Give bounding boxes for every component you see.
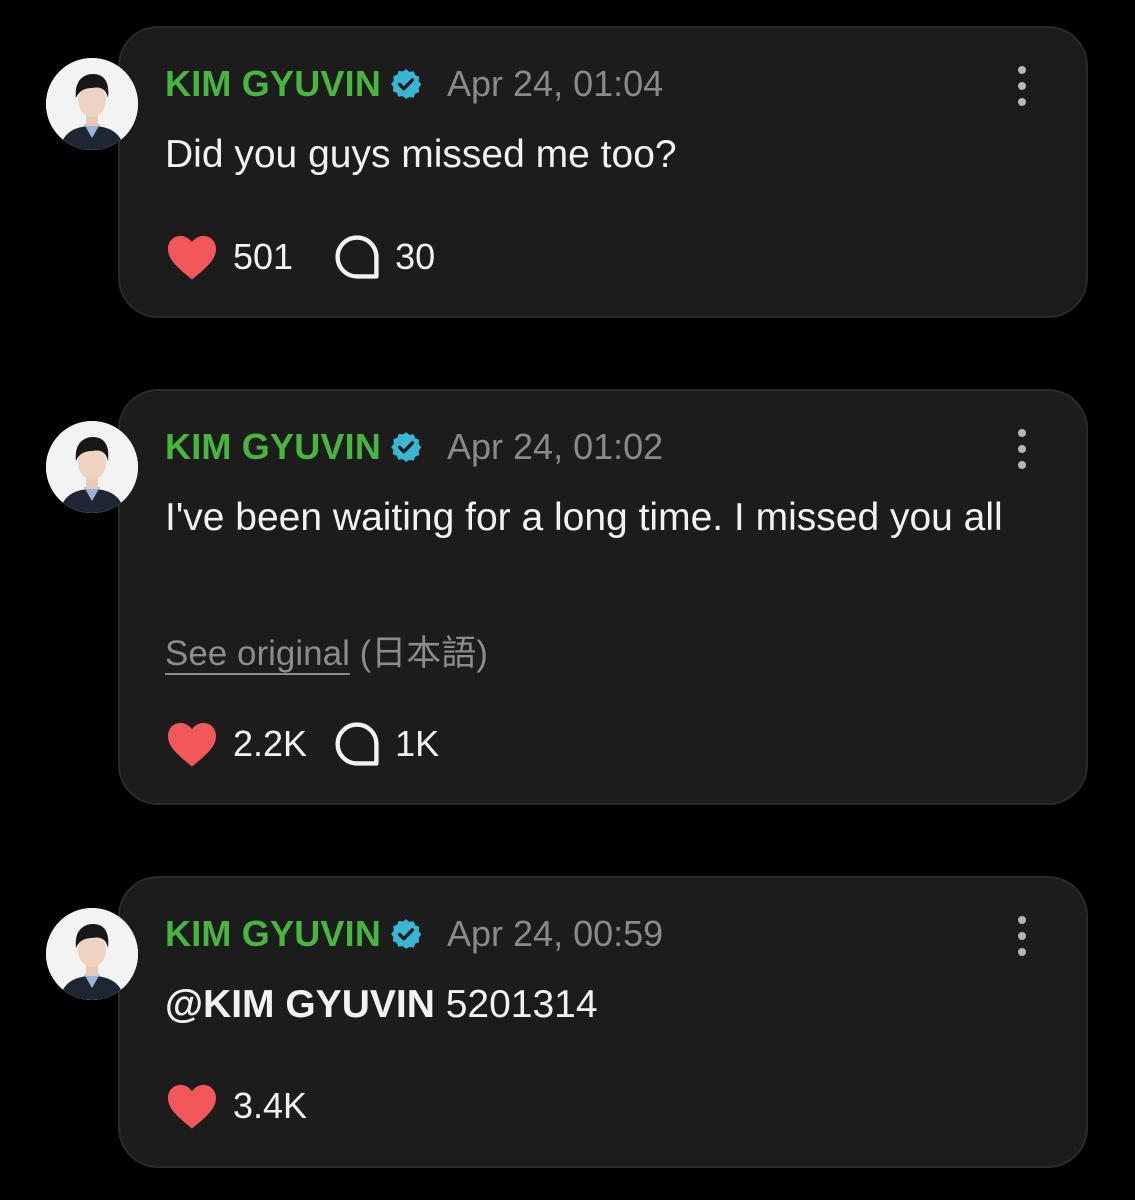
author-name[interactable]: KIM GYUVIN: [165, 63, 381, 105]
comment-button[interactable]: 1K: [333, 720, 439, 768]
see-original-link[interactable]: See original: [165, 634, 350, 673]
post-timestamp: Apr 24, 01:02: [447, 426, 664, 467]
comment-count: 1K: [395, 723, 440, 764]
comment-count: 30: [395, 236, 436, 277]
author-name[interactable]: KIM GYUVIN: [165, 913, 381, 955]
heart-icon: [168, 1084, 216, 1129]
verified-badge-icon: [391, 919, 422, 949]
comment-bubble-icon: [335, 235, 379, 279]
post-feed: KIM GYUVIN Apr 24, 01:04 Did you guys mi…: [0, 0, 1135, 1200]
heart-icon: [168, 235, 216, 280]
post-text: Did you guys missed me too?: [165, 133, 677, 176]
like-button[interactable]: 3.4K: [165, 1082, 307, 1130]
like-count: 501: [233, 236, 294, 277]
profile-photo-icon: [46, 58, 138, 150]
author-name[interactable]: KIM GYUVIN: [165, 426, 381, 468]
translation-note: See original (日本語): [165, 625, 488, 676]
post-body-card[interactable]: KIM GYUVIN Apr 24, 01:04 Did you guys mi…: [118, 26, 1088, 318]
profile-photo-icon: [46, 908, 138, 1000]
post-card[interactable]: KIM GYUVIN Apr 24, 01:02 I've been waiti…: [0, 389, 1135, 805]
post-text: @KIM GYUVIN 5201314: [165, 974, 1025, 1035]
mention-link[interactable]: @KIM GYUVIN: [165, 983, 435, 1026]
post-body-card[interactable]: KIM GYUVIN Apr 24, 01:02 I've been waiti…: [118, 389, 1088, 805]
post-actions: 501 30: [165, 232, 435, 282]
more-options-icon[interactable]: [1014, 66, 1030, 106]
verified-badge-icon: [391, 69, 422, 99]
post-actions: 3.4K: [165, 1081, 307, 1131]
more-options-icon[interactable]: [1014, 916, 1030, 956]
post-header: KIM GYUVIN Apr 24, 00:59: [165, 912, 663, 956]
post-card[interactable]: KIM GYUVIN Apr 24, 01:04 Did you guys mi…: [0, 26, 1135, 318]
post-actions: 2.2K 1K: [165, 719, 439, 769]
post-timestamp: Apr 24, 00:59: [447, 913, 664, 954]
profile-photo-icon: [46, 421, 138, 513]
avatar[interactable]: [46, 58, 138, 150]
like-count: 3.4K: [233, 1085, 308, 1126]
avatar[interactable]: [46, 908, 138, 1000]
more-options-icon[interactable]: [1014, 429, 1030, 469]
post-text: I've been waiting for a long time. I mis…: [165, 496, 1003, 539]
like-button[interactable]: 501: [165, 233, 293, 281]
post-header: KIM GYUVIN Apr 24, 01:02: [165, 425, 663, 469]
like-count: 2.2K: [233, 723, 308, 764]
like-button[interactable]: 2.2K: [165, 720, 307, 768]
verified-badge-icon: [391, 432, 422, 462]
heart-icon: [168, 722, 216, 767]
original-language: (日本語): [359, 634, 488, 673]
post-card[interactable]: KIM GYUVIN Apr 24, 00:59 @KIM GYUVIN 520…: [0, 876, 1135, 1168]
avatar[interactable]: [46, 421, 138, 513]
post-body-card[interactable]: KIM GYUVIN Apr 24, 00:59 @KIM GYUVIN 520…: [118, 876, 1088, 1168]
post-text-content: 5201314: [445, 983, 598, 1026]
post-timestamp: Apr 24, 01:04: [447, 63, 664, 104]
post-header: KIM GYUVIN Apr 24, 01:04: [165, 62, 663, 106]
comment-bubble-icon: [335, 722, 379, 766]
comment-button[interactable]: 30: [333, 233, 435, 281]
